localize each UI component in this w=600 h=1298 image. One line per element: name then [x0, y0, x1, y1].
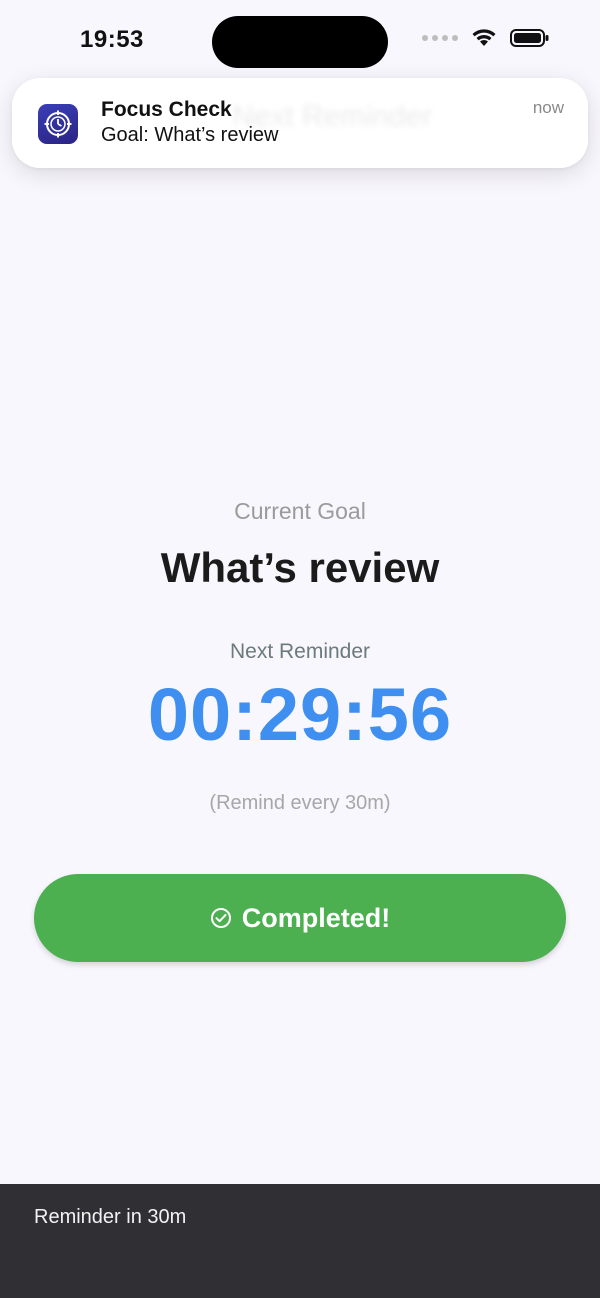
- next-reminder-label: Next Reminder: [229, 640, 371, 663]
- notification-message: Goal: What’s review: [101, 124, 279, 146]
- cellular-signal-icon: [422, 35, 458, 41]
- bottom-toast-bar: Reminder in 30m: [0, 1184, 600, 1298]
- completed-button-label: Completed!: [241, 902, 391, 933]
- wifi-icon: [470, 28, 498, 48]
- notification-banner[interactable]: Next Reminder Focus Check Goal: What’s r…: [12, 78, 588, 168]
- status-indicators: [422, 28, 550, 48]
- current-goal-label: Current Goal: [234, 498, 366, 524]
- focus-check-app-icon: [38, 104, 78, 144]
- bottom-bar-text: Reminder in 30m: [34, 1206, 187, 1228]
- status-time: 19:53: [80, 26, 144, 53]
- check-circle-icon: [210, 907, 232, 929]
- battery-icon: [510, 28, 550, 48]
- status-bar: 19:53: [0, 0, 600, 80]
- countdown-timer: 00:29:56: [147, 673, 453, 756]
- remind-interval-text: (Remind every 30m): [209, 792, 391, 814]
- goal-title: What’s review: [160, 544, 440, 591]
- dynamic-island: [212, 16, 388, 68]
- completed-button[interactable]: Completed!: [34, 874, 566, 962]
- notification-app-name: Focus Check: [101, 98, 232, 121]
- notification-time: now: [532, 98, 564, 117]
